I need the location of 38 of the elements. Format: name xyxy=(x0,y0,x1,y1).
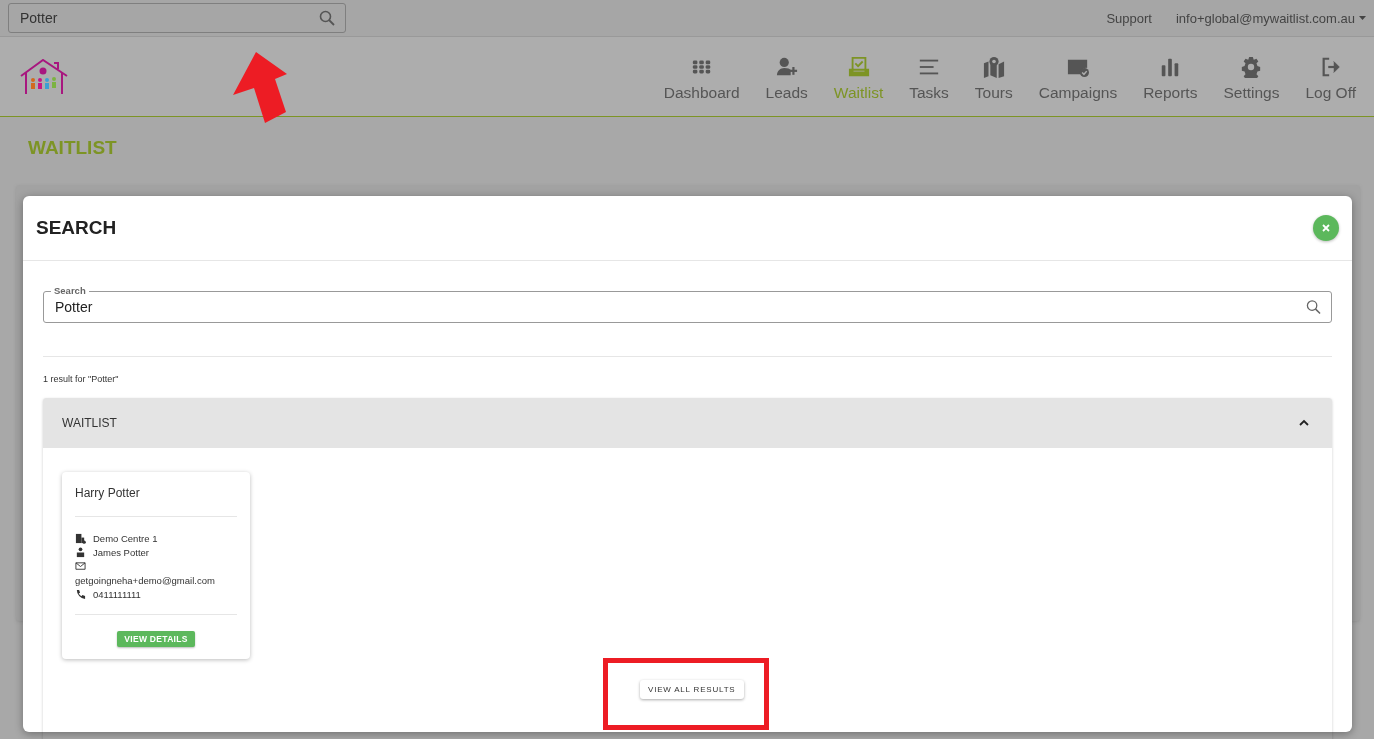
view-all-results-button[interactable]: VIEW ALL RESULTS xyxy=(640,680,744,699)
mail-icon xyxy=(75,561,86,572)
nav-tab[interactable]: Tours xyxy=(974,55,1013,102)
support-link[interactable]: Support xyxy=(1106,10,1152,26)
field-label: Search xyxy=(51,285,89,296)
nav-tab[interactable]: Leads xyxy=(765,55,808,102)
view-details-button[interactable]: VIEW DETAILS xyxy=(117,631,195,647)
search-field[interactable]: Potter xyxy=(8,3,346,33)
account-menu[interactable]: info+global@mywaitlist.com.au xyxy=(1175,10,1366,26)
nav-tab[interactable]: Dashboard xyxy=(663,55,740,102)
page-title: WAITLIST xyxy=(28,137,118,159)
phone-number: 0411111111 xyxy=(93,589,141,600)
email-address: getgoingneha+demo@gmail.com xyxy=(75,575,216,586)
map-pin-icon xyxy=(982,55,1005,78)
caret-icon xyxy=(1359,16,1366,20)
section-title: WAITLIST xyxy=(62,416,117,430)
centre-name: Demo Centre 1 xyxy=(93,533,158,544)
phone-icon xyxy=(75,589,86,600)
logo-drawing xyxy=(18,58,70,95)
close-button[interactable] xyxy=(1313,215,1339,241)
settings-icon xyxy=(1240,55,1263,78)
nav-tab[interactable]: Settings xyxy=(1223,55,1280,102)
person-add-icon xyxy=(775,55,798,78)
tray-check-icon xyxy=(847,55,870,78)
nav-tab[interactable]: Reports xyxy=(1143,55,1198,102)
result-count: 1 result for "Potter" xyxy=(43,374,120,384)
contact-name: James Potter xyxy=(93,547,149,558)
section-header[interactable]: WAITLIST xyxy=(43,398,1332,448)
search-icon xyxy=(1306,299,1321,315)
child-name: Harry Potter xyxy=(75,486,237,517)
building-icon xyxy=(75,533,86,544)
nav-tab[interactable]: Campaigns xyxy=(1038,55,1118,102)
nav-tab[interactable]: Log Off xyxy=(1305,55,1356,102)
nav-tab[interactable]: Tasks xyxy=(909,55,949,102)
close-icon xyxy=(1322,224,1330,232)
search-icon xyxy=(319,10,335,26)
person-icon xyxy=(75,547,86,558)
dialog-title: SEARCH xyxy=(36,217,117,239)
